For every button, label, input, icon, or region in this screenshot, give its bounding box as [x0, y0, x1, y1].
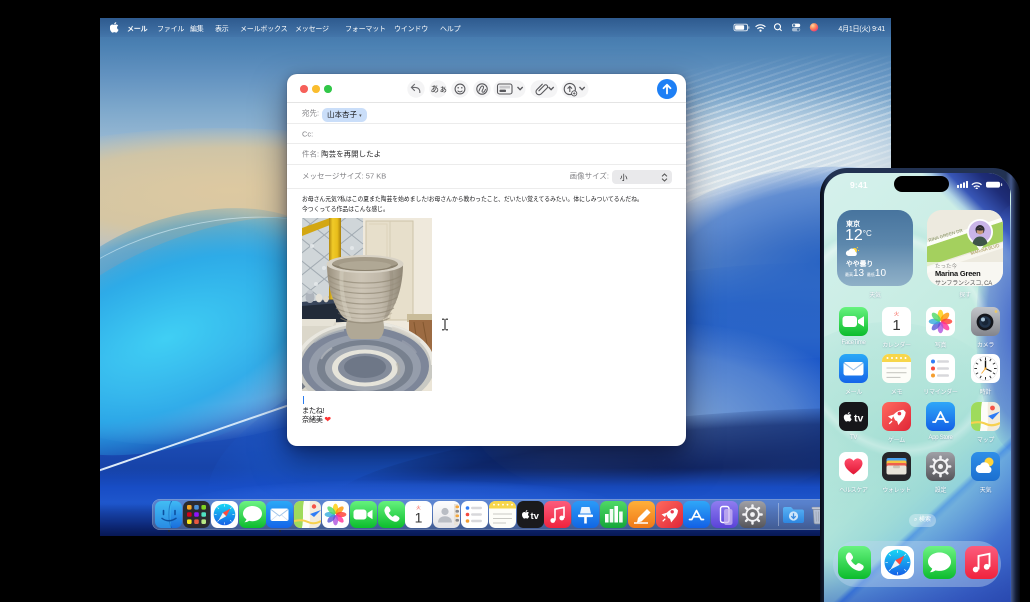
- svg-text:tv: tv: [854, 412, 863, 424]
- svg-text:1: 1: [892, 317, 900, 334]
- svg-text:あぁ: あぁ: [431, 84, 448, 94]
- svg-text:1: 1: [415, 510, 423, 526]
- svg-text:tv: tv: [530, 511, 539, 522]
